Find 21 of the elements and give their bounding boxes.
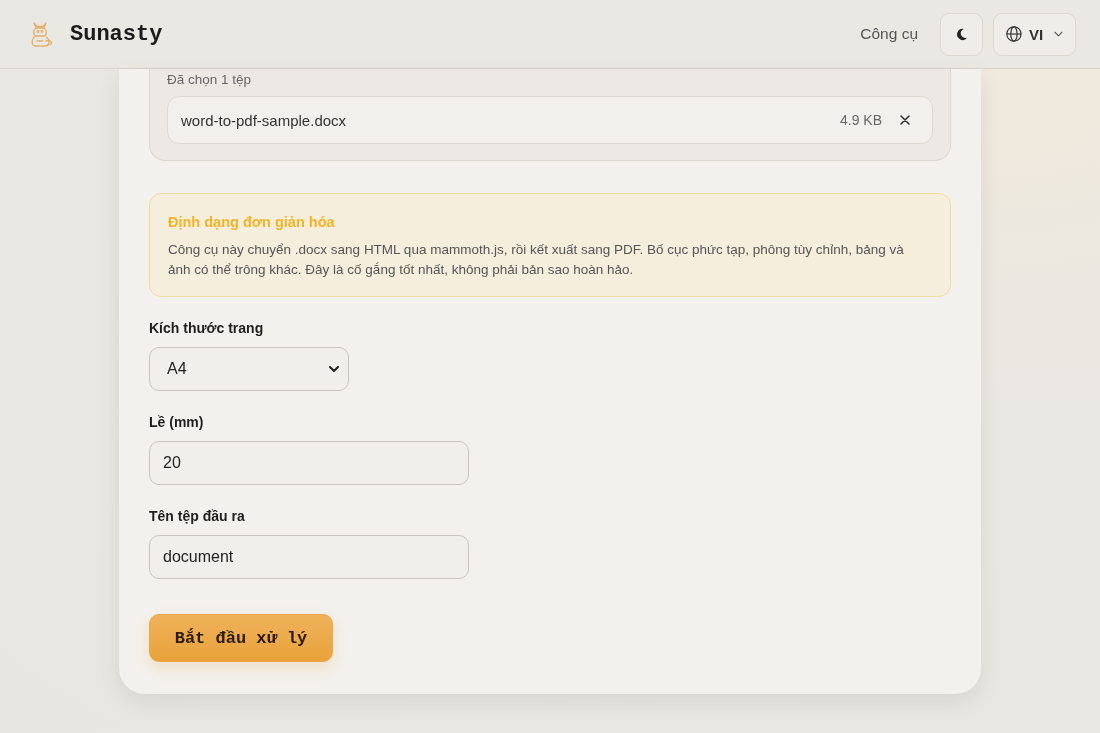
- chevron-down-icon: [329, 366, 339, 372]
- field-label: Tên tệp đầu ra: [149, 507, 245, 526]
- brand-name[interactable]: Sunasty: [70, 21, 163, 47]
- field-label: Kích thước trang: [149, 319, 264, 338]
- chevron-down-icon: [1054, 31, 1063, 37]
- language-button[interactable]: VI: [993, 12, 1076, 56]
- theme-toggle-button[interactable]: [940, 12, 983, 56]
- notice-title: Định dạng đơn giản hóa: [168, 213, 336, 232]
- select-field[interactable]: A4: [149, 347, 349, 391]
- input-field[interactable]: 20: [149, 441, 469, 485]
- tools-link[interactable]: Công cụ: [860, 25, 918, 43]
- input-field[interactable]: document: [149, 535, 469, 579]
- file-name: word-to-pdf-sample.docx: [181, 111, 348, 129]
- field-label: Lề (mm): [149, 413, 204, 432]
- file-size: 4.9 KB: [839, 112, 882, 128]
- selected-count-text: Đã chọn 1 tệp: [167, 72, 253, 88]
- moon-icon: [955, 27, 968, 41]
- notice-text: Công cụ này chuyển .docx sang HTML qua mammoth.js, rồi kết xuất sang PDF. Bố cục phức tạp, phông tùy chỉnh, bảng và ảnh có thể trông khác. Đây là cố gắng tốt nhất, không phải bản sao hoàn hảo.: [168, 241, 905, 279]
- close-icon: [900, 115, 910, 125]
- globe-icon: [1006, 26, 1022, 42]
- start-button[interactable]: Bắt đầu xử lý: [149, 614, 333, 662]
